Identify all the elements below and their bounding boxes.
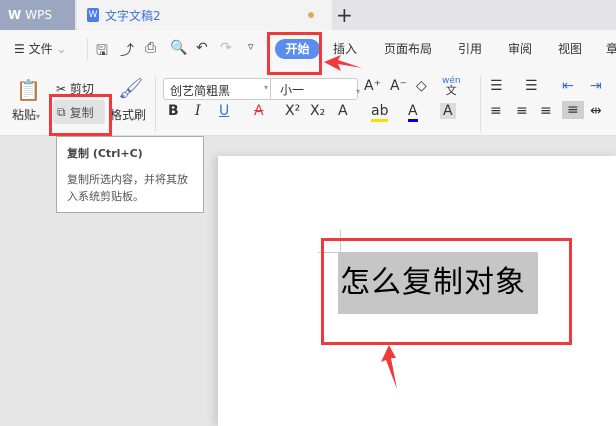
arrow-to-start-icon xyxy=(324,55,362,71)
arrow-to-text-icon xyxy=(381,345,397,389)
annotation-arrows xyxy=(324,55,397,389)
